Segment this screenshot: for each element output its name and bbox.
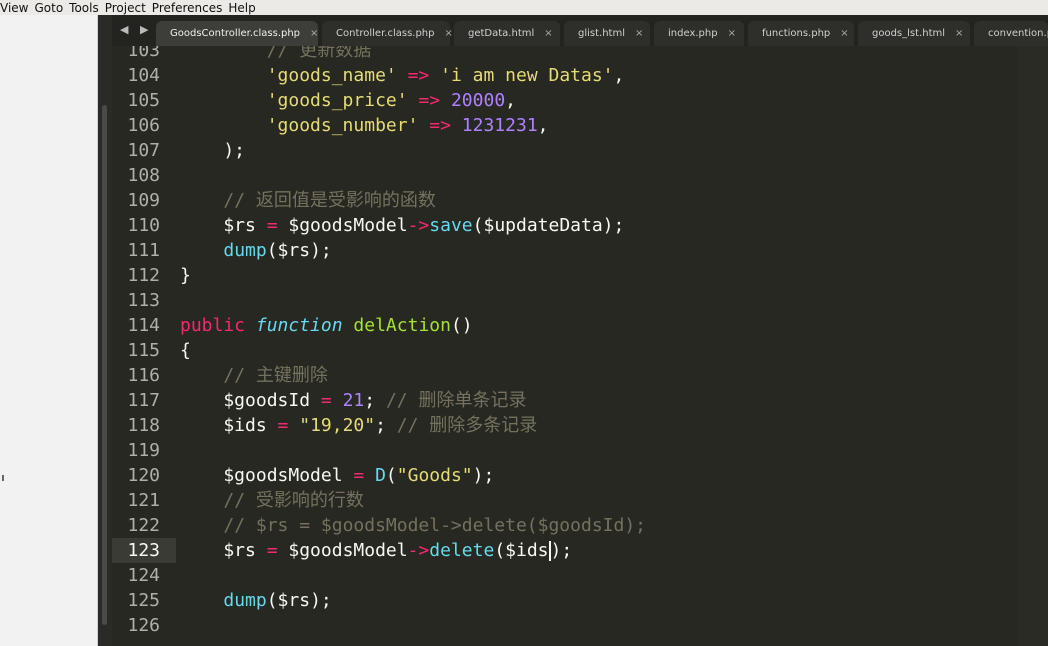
- code-line[interactable]: $goodsId = 21; // 删除单条记录: [180, 388, 526, 413]
- tab-label: glist.html: [578, 28, 625, 39]
- tab-6[interactable]: goods_lst.html ×: [858, 21, 970, 46]
- tab-bar: ◀ ▶ GoodsController.class.php × Controller…: [112, 15, 1048, 46]
- menu-preferences[interactable]: Preferences: [152, 1, 229, 15]
- line-number: 112: [127, 265, 160, 286]
- line-number: 124: [127, 565, 160, 586]
- line-number-gutter: 103 104 105 106 107 108 109 110 111 112 113 114 115 1…: [112, 46, 176, 646]
- code-line[interactable]: dump($rs);: [180, 588, 331, 613]
- close-icon[interactable]: ×: [955, 28, 963, 39]
- tab-label: goods_lst.html: [872, 28, 946, 39]
- code-line[interactable]: 'goods_name' => 'i am new Datas',: [180, 63, 625, 88]
- line-number: 115: [127, 340, 160, 361]
- line-number: 109: [127, 190, 160, 211]
- line-number: 111: [127, 240, 160, 261]
- panel-marker: [2, 475, 4, 481]
- tab-1[interactable]: Controller.class.php ×: [322, 21, 453, 46]
- tab-4[interactable]: index.php ×: [654, 21, 744, 46]
- menu-bar: View Goto Tools Project Preferences Help: [0, 0, 1048, 15]
- line-number: 126: [127, 615, 160, 636]
- line-number: 118: [127, 415, 160, 436]
- line-number: 106: [127, 115, 160, 136]
- line-number: 120: [127, 465, 160, 486]
- line-number: 116: [127, 365, 160, 386]
- line-number: 117: [127, 390, 160, 411]
- code-line[interactable]: );: [180, 138, 245, 163]
- tab-7[interactable]: convention.php: [974, 21, 1048, 46]
- code-line[interactable]: $goodsModel = D("Goods");: [180, 463, 494, 488]
- vertical-scrollbar[interactable]: [102, 105, 107, 625]
- menu-goto[interactable]: Goto: [34, 1, 69, 15]
- tab-label: Controller.class.php: [336, 28, 435, 39]
- code-line[interactable]: $ids = "19,20"; // 删除多条记录: [180, 413, 537, 438]
- code-line[interactable]: 'goods_number' => 1231231,: [180, 113, 549, 138]
- code-line[interactable]: // 受影响的行数: [180, 488, 364, 513]
- line-number: 103: [127, 46, 160, 61]
- close-icon[interactable]: ×: [445, 28, 453, 39]
- code-line[interactable]: dump($rs);: [180, 238, 331, 263]
- close-icon[interactable]: ×: [544, 28, 552, 39]
- line-number: 110: [127, 215, 160, 236]
- line-number: 122: [127, 515, 160, 536]
- code-line[interactable]: $rs = $goodsModel->save($updateData);: [180, 213, 624, 238]
- line-number: 114: [127, 315, 160, 336]
- line-number: 121: [127, 490, 160, 511]
- code-line[interactable]: // 返回值是受影响的函数: [180, 188, 436, 213]
- close-icon[interactable]: ×: [635, 28, 643, 39]
- close-icon[interactable]: ×: [840, 28, 848, 39]
- close-icon[interactable]: ×: [310, 28, 318, 39]
- line-number: 123: [127, 540, 160, 561]
- code-line[interactable]: }: [180, 263, 191, 288]
- code-line[interactable]: // 更新数据: [180, 46, 372, 63]
- tab-5[interactable]: functions.php ×: [748, 21, 854, 46]
- tab-label: index.php: [668, 28, 718, 39]
- code-line[interactable]: $rs = $goodsModel->delete($ids);: [180, 538, 572, 563]
- minimap[interactable]: [1018, 46, 1048, 646]
- close-icon[interactable]: ×: [728, 28, 736, 39]
- code-line[interactable]: // $rs = $goodsModel->delete($goodsId);: [180, 513, 646, 538]
- tab-label: functions.php: [762, 28, 831, 39]
- line-number: 104: [127, 65, 160, 86]
- code-line[interactable]: // 主键删除: [180, 363, 328, 388]
- tab-label: convention.php: [988, 28, 1048, 39]
- tab-label: GoodsController.class.php: [170, 28, 301, 39]
- tab-3[interactable]: glist.html ×: [564, 21, 650, 46]
- text-cursor: [548, 541, 551, 561]
- line-number: 105: [127, 90, 160, 111]
- menu-project[interactable]: Project: [105, 1, 152, 15]
- tab-label: getData.html: [468, 28, 535, 39]
- code-editor[interactable]: 103 104 105 106 107 108 109 110 111 112 113 114 115 1…: [112, 46, 1048, 646]
- line-number: 113: [127, 290, 160, 311]
- left-panel: [0, 15, 98, 646]
- line-number: 107: [127, 140, 160, 161]
- code-line[interactable]: {: [180, 338, 191, 363]
- tab-2[interactable]: getData.html ×: [454, 21, 560, 46]
- line-number: 108: [127, 165, 160, 186]
- code-line[interactable]: public function delAction(): [180, 313, 473, 338]
- tab-0[interactable]: GoodsController.class.php ×: [156, 21, 318, 46]
- line-number: 119: [127, 440, 160, 461]
- menu-help[interactable]: Help: [228, 1, 261, 15]
- menu-view[interactable]: View: [0, 1, 34, 15]
- line-number: 125: [127, 590, 160, 611]
- tab-nav-arrows-icon[interactable]: ◀ ▶: [120, 23, 152, 36]
- code-line[interactable]: 'goods_price' => 20000,: [180, 88, 516, 113]
- menu-tools[interactable]: Tools: [69, 1, 105, 15]
